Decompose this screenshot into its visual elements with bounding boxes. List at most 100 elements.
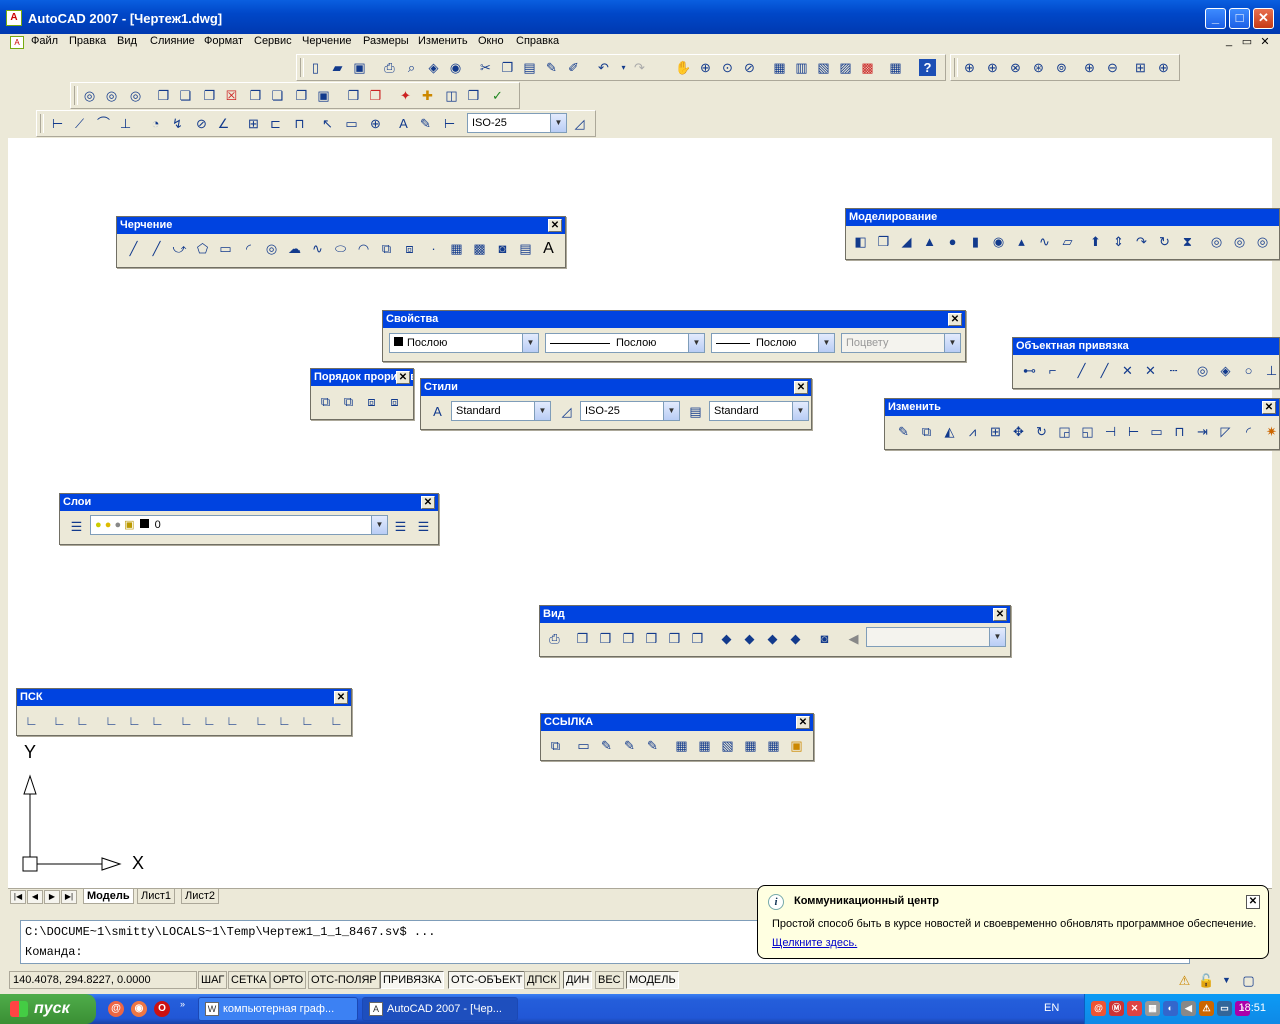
- layer-manager-icon[interactable]: ☰: [68, 518, 85, 535]
- face-ucs-icon[interactable]: ∟: [103, 712, 120, 729]
- menu-file[interactable]: Файл: [31, 35, 58, 47]
- ne-iso-icon[interactable]: ◆: [764, 630, 781, 647]
- panel-title[interactable]: Моделирование: [846, 209, 1279, 226]
- view-select[interactable]: ▼: [866, 627, 1006, 647]
- save-icon[interactable]: ▣: [351, 59, 368, 76]
- ordinate-icon[interactable]: ⊥: [117, 115, 134, 132]
- osnap-panel[interactable]: Объектная привязка ⊷ ⌐ ╱ ╱ ✕ ✕ ┄ ◎ ◈ ○ ⊥: [1012, 337, 1280, 389]
- view-back-icon[interactable]: ◀: [845, 630, 862, 647]
- helix-icon[interactable]: ∿: [1036, 233, 1053, 250]
- toolbar-grip[interactable]: [74, 86, 78, 105]
- pyramid-icon[interactable]: ▴: [1013, 233, 1030, 250]
- cylinder-icon[interactable]: ▮: [967, 233, 984, 250]
- modify-panel[interactable]: Изменить ✕ ✎ ⧉ ◭ ⩘ ⊞ ✥ ↻ ◲ ◱ ⊣ ⊢ ▭ ⊓ ⇥ ◸…: [884, 398, 1280, 450]
- dim-edit-icon[interactable]: A: [395, 115, 412, 132]
- revcloud-icon[interactable]: ☁: [286, 240, 303, 257]
- layer-select[interactable]: ● ● ● ▣ 0 ▼: [90, 515, 388, 535]
- redo-icon[interactable]: ↷: [631, 59, 648, 76]
- aligned-dim-icon[interactable]: ⟋: [71, 115, 88, 132]
- subtract-icon[interactable]: ◎: [103, 87, 120, 104]
- tolerance-icon[interactable]: ▭: [343, 115, 360, 132]
- camera-icon[interactable]: ◙: [816, 630, 833, 647]
- scale-icon[interactable]: ◲: [1056, 423, 1073, 440]
- polygon-icon[interactable]: ⬠: [194, 240, 211, 257]
- close-icon[interactable]: ✕: [1262, 401, 1276, 414]
- center-mark-icon[interactable]: ⊕: [367, 115, 384, 132]
- autocad-app-icon[interactable]: A: [6, 10, 22, 26]
- preview-icon[interactable]: ⌕: [403, 59, 420, 76]
- ellipse-icon[interactable]: ⬭: [332, 240, 349, 257]
- tool-palettes-icon[interactable]: ▧: [815, 59, 832, 76]
- region-icon[interactable]: ◙: [494, 240, 511, 257]
- continue-icon[interactable]: ⊓: [291, 115, 308, 132]
- 3d-publish-icon[interactable]: ◉: [447, 59, 464, 76]
- layer-previous-icon[interactable]: ☰: [415, 518, 432, 535]
- view-panel[interactable]: Вид ✕ ⎙ ❒ ❒ ❒ ❒ ❒ ❒ ◆ ◆ ◆ ◆ ◙ ◀ ▼: [539, 605, 1011, 657]
- back-view-icon[interactable]: ❒: [689, 630, 706, 647]
- pan-icon[interactable]: ✋: [675, 59, 692, 76]
- external-ref-icon[interactable]: ⧉: [547, 737, 564, 754]
- menu-tools[interactable]: Сервис: [254, 35, 292, 47]
- task-word-document[interactable]: W компьютерная граф...: [198, 997, 358, 1021]
- snap-midpoint-icon[interactable]: ╱: [1096, 362, 1113, 379]
- next-tab-icon[interactable]: ▶: [44, 890, 60, 904]
- union-icon[interactable]: ◎: [81, 87, 98, 104]
- x-rotate-ucs-icon[interactable]: ∟: [253, 712, 270, 729]
- sphere-icon[interactable]: ●: [944, 233, 961, 250]
- markup-icon[interactable]: ▩: [859, 59, 876, 76]
- tray-volume-icon[interactable]: ◀: [1181, 1001, 1196, 1016]
- rotate-faces-icon[interactable]: ❒: [247, 87, 264, 104]
- dyn-toggle[interactable]: ДИН: [563, 971, 593, 989]
- snap-toggle[interactable]: ШАГ: [198, 971, 228, 989]
- shell-icon[interactable]: ❒: [465, 87, 482, 104]
- chevron-down-icon[interactable]: ▼: [944, 334, 960, 352]
- tray-network-icon[interactable]: ▦: [1145, 1001, 1160, 1016]
- panel-title[interactable]: ССЫЛКА: [541, 714, 813, 731]
- zoom-realtime-icon[interactable]: ⊕: [697, 59, 714, 76]
- close-icon[interactable]: ✕: [794, 381, 808, 394]
- paste-icon[interactable]: ▤: [521, 59, 538, 76]
- doc-close-button[interactable]: ✕: [1257, 35, 1273, 49]
- balloon-link[interactable]: Щелкните здесь.: [772, 937, 857, 949]
- stretch-icon[interactable]: ◱: [1079, 423, 1096, 440]
- text-style-icon[interactable]: A: [429, 403, 446, 420]
- panel-title[interactable]: ПСК: [17, 689, 351, 706]
- properties-panel[interactable]: Свойства ✕ Послою ▼ Послою ▼ Послою ▼ По…: [382, 310, 966, 362]
- dim-update-icon[interactable]: ⊢: [441, 115, 458, 132]
- color-faces-icon[interactable]: ▣: [315, 87, 332, 104]
- image-icon[interactable]: ▦: [673, 737, 690, 754]
- quicklaunch-expand-icon[interactable]: »: [180, 999, 185, 1009]
- doc-minimize-button[interactable]: _: [1221, 35, 1237, 49]
- menu-window[interactable]: Окно: [478, 35, 504, 47]
- panel-title[interactable]: Изменить: [885, 399, 1279, 416]
- fillet-icon[interactable]: ◜: [1240, 423, 1257, 440]
- spline-icon[interactable]: ∿: [309, 240, 326, 257]
- extrude-icon[interactable]: ⬆: [1087, 233, 1104, 250]
- tray-antivirus-icon[interactable]: ◐: [1163, 1001, 1178, 1016]
- chevron-down-icon[interactable]: ▼: [663, 402, 679, 420]
- menu-dimension[interactable]: Размеры: [363, 35, 409, 47]
- dim-style-icon[interactable]: ◿: [558, 403, 575, 420]
- join-icon[interactable]: ⇥: [1194, 423, 1211, 440]
- intersect-icon[interactable]: ◎: [127, 87, 144, 104]
- ucs-previous-icon[interactable]: ∟: [74, 712, 91, 729]
- new-icon[interactable]: ▯: [307, 59, 324, 76]
- loft-icon[interactable]: ⧗: [1179, 233, 1196, 250]
- close-icon[interactable]: ✕: [396, 371, 410, 384]
- insert-block-icon[interactable]: ⧉: [378, 240, 395, 257]
- zoom-window-icon[interactable]: ⊙: [719, 59, 736, 76]
- mtext-icon[interactable]: A: [540, 240, 557, 257]
- trim-icon[interactable]: ⊣: [1102, 423, 1119, 440]
- send-under-icon[interactable]: ⧈: [386, 393, 403, 410]
- chevron-down-icon[interactable]: ▼: [550, 114, 566, 132]
- extrude-faces-icon[interactable]: ❒: [155, 87, 172, 104]
- attach-xref-icon[interactable]: ▭: [575, 737, 592, 754]
- array-icon[interactable]: ⊞: [987, 423, 1004, 440]
- panel-title[interactable]: Черчение: [117, 217, 565, 234]
- close-icon[interactable]: ✕: [948, 313, 962, 326]
- coordinates-readout[interactable]: 140.4078, 294.8227, 0.0000: [9, 971, 197, 989]
- image-frame-icon[interactable]: ▣: [788, 737, 805, 754]
- otrack-toggle[interactable]: ОТС-ОБЪЕКТ: [448, 971, 526, 989]
- close-button[interactable]: ✕: [1253, 8, 1274, 29]
- zoom-object-icon[interactable]: ⊚: [1053, 59, 1070, 76]
